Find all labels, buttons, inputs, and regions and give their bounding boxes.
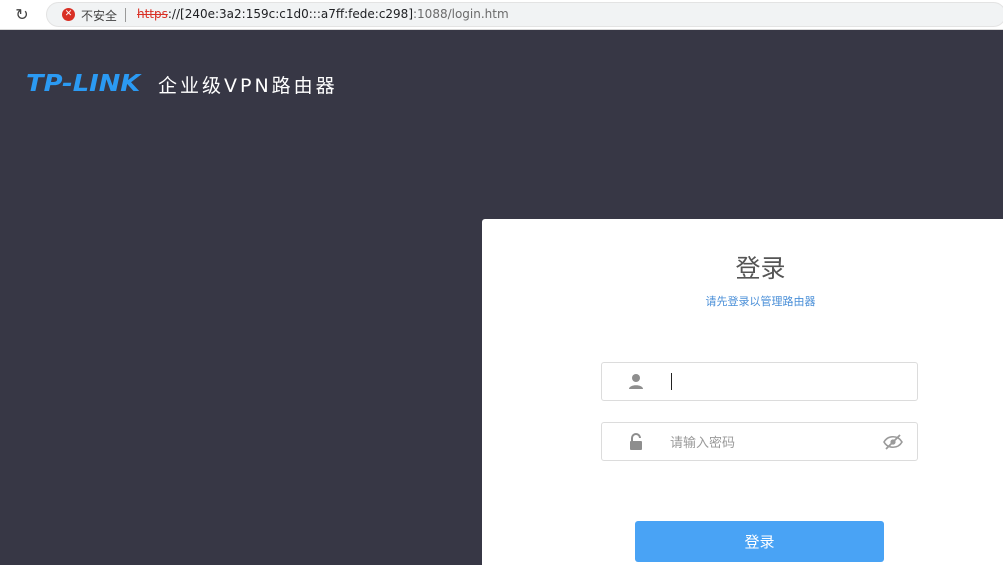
url-path: :1088/login.htm (413, 7, 509, 21)
reload-icon[interactable]: ↻ (12, 5, 32, 25)
url-separator: :// (167, 7, 181, 21)
login-card: 登录 请先登录以管理路由器 登录 (482, 219, 1003, 565)
browser-toolbar: ↻ ✕ 不安全 https://[240e:3a2:159c:c1d0:::a7… (0, 0, 1003, 30)
login-title: 登录 (735, 254, 786, 283)
not-secure-warning-icon[interactable]: ✕ (62, 8, 75, 21)
url-scheme: https (137, 7, 168, 21)
url-text[interactable]: https://[240e:3a2:159c:c1d0:::a7ff:fede:… (137, 7, 509, 21)
product-subtitle: 企业级VPN路由器 (157, 74, 338, 97)
address-bar[interactable]: ✕ 不安全 https://[240e:3a2:159c:c1d0:::a7ff… (46, 2, 1003, 27)
lock-icon (626, 432, 646, 452)
eye-slash-icon[interactable] (883, 434, 903, 450)
password-field[interactable] (601, 422, 918, 461)
username-input[interactable] (668, 369, 872, 396)
login-subtitle: 请先登录以管理路由器 (705, 295, 816, 308)
username-field[interactable] (601, 362, 918, 401)
url-host: [240e:3a2:159c:c1d0:::a7ff:fede:c298] (180, 7, 413, 21)
page-background: TP-LINK 企业级VPN路由器 登录 请先登录以管理路由器 登录 (0, 30, 1003, 565)
tp-link-logo: TP-LINK (26, 71, 141, 97)
security-status-label[interactable]: 不安全 (81, 7, 117, 24)
password-input[interactable] (668, 429, 872, 456)
user-icon (626, 372, 646, 392)
address-divider (125, 8, 126, 22)
text-cursor (671, 373, 672, 390)
brand-header: TP-LINK 企业级VPN路由器 (26, 71, 338, 97)
login-button[interactable]: 登录 (635, 521, 884, 562)
